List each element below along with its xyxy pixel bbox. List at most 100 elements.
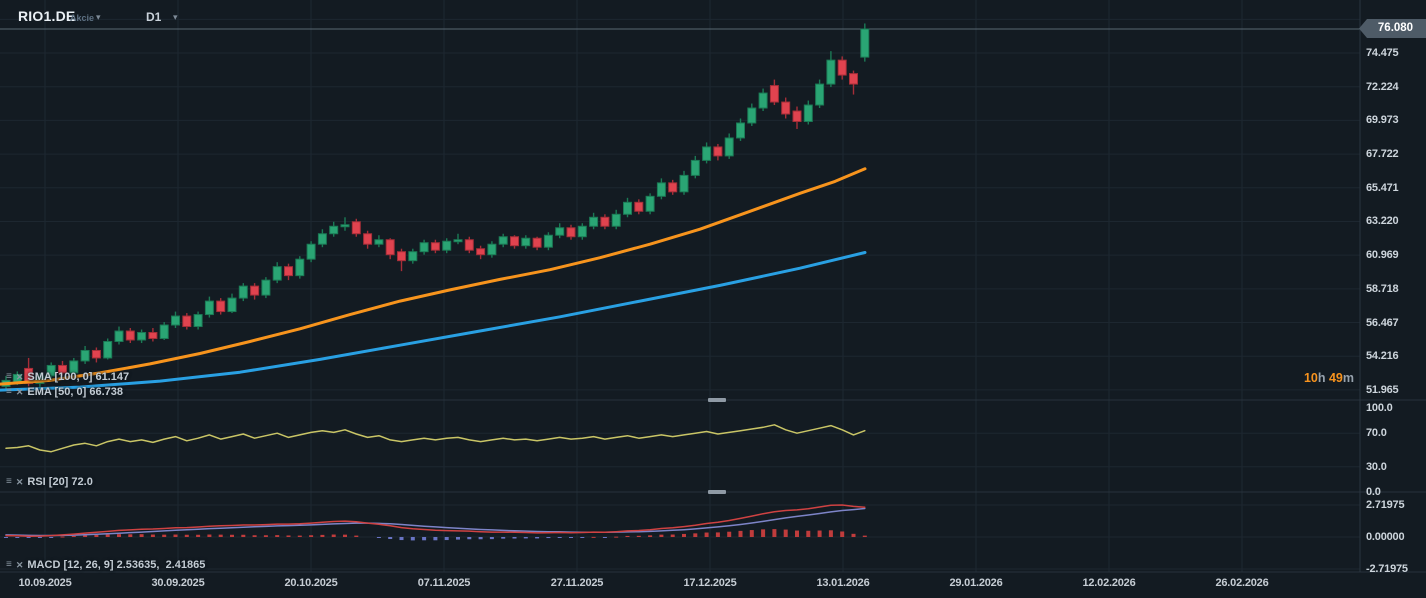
macd-line <box>6 505 865 536</box>
candle <box>827 51 835 87</box>
candle <box>126 328 134 343</box>
bar-countdown: 10h 49m <box>1304 371 1354 385</box>
candle <box>454 234 462 244</box>
indicator-label[interactable]: SMA [100, 0] 61.147 <box>27 371 129 383</box>
price-tick-label: 56.467 <box>1366 316 1398 330</box>
candle <box>793 107 801 129</box>
candle <box>217 298 225 314</box>
candle <box>838 56 846 79</box>
current-price-badge: 76.080 <box>1359 19 1426 38</box>
date-axis-label: 17.12.2025 <box>683 577 736 589</box>
candle <box>522 235 530 248</box>
candle <box>285 264 293 280</box>
date-axis-label: 29.01.2026 <box>949 577 1002 589</box>
candle <box>590 213 598 229</box>
candle <box>398 249 406 271</box>
candle <box>703 142 711 163</box>
date-axis-label: 20.10.2025 <box>284 577 337 589</box>
indicator-settings-icon[interactable]: ≡ <box>6 560 12 570</box>
chart-canvas[interactable] <box>0 0 1426 598</box>
candle <box>420 240 428 255</box>
candle <box>318 229 326 247</box>
indicator-row-ema: ≡ ✕EMA [50, 0] 66.738 <box>6 385 123 399</box>
candle <box>770 80 778 105</box>
candle <box>262 277 270 298</box>
indicator-label[interactable]: MACD [12, 26, 9] 2.53635, 2.41865 <box>27 559 205 571</box>
candle <box>465 237 473 253</box>
candlestick-series <box>2 23 869 389</box>
candle <box>567 225 575 240</box>
candle <box>861 23 869 61</box>
candle <box>205 297 213 318</box>
countdown-minutes-unit: m <box>1343 371 1354 385</box>
indicator-settings-icon[interactable]: ≡ <box>6 387 12 397</box>
date-axis-label: 07.11.2025 <box>418 577 470 589</box>
timeframe-selector[interactable]: D1 <box>146 10 161 24</box>
indicator-row-rsi: ≡ ✕RSI [20] 72.0 <box>6 475 93 489</box>
candle <box>624 198 632 217</box>
chevron-down-icon[interactable]: ▾ <box>173 12 178 23</box>
candle <box>533 237 541 250</box>
indicator-settings-icon[interactable]: ≡ <box>6 477 12 487</box>
candle <box>296 256 304 278</box>
candle <box>81 346 89 364</box>
candle <box>409 249 417 264</box>
candle <box>646 193 654 214</box>
symbol-name[interactable]: RIO1.DE <box>18 8 75 24</box>
date-axis-label: 27.11.2025 <box>551 577 603 589</box>
candle <box>183 313 191 329</box>
candle <box>115 327 123 345</box>
indicator-remove-icon[interactable]: ✕ <box>16 372 24 382</box>
rsi-tick-label: 70.0 <box>1366 426 1387 440</box>
candle <box>228 294 236 313</box>
symbol-market-type: Akcie <box>70 13 94 23</box>
countdown-hours-unit: h <box>1318 371 1329 385</box>
indicator-row-sma: ≡ ✕SMA [100, 0] 61.147 <box>6 370 129 384</box>
candle <box>92 347 100 362</box>
indicator-row-macd: ≡ ✕MACD [12, 26, 9] 2.53635, 2.41865 <box>6 558 205 572</box>
rsi-tick-label: 100.0 <box>1366 401 1393 415</box>
price-tick-label: 51.965 <box>1366 383 1398 397</box>
indicator-settings-icon[interactable]: ≡ <box>6 372 12 382</box>
price-tick-label: 65.471 <box>1366 181 1398 195</box>
candle <box>737 118 745 140</box>
rsi-line <box>6 425 865 452</box>
candle <box>138 330 146 343</box>
macd-tick-label: -2.71975 <box>1366 562 1408 576</box>
candle <box>804 101 812 125</box>
price-tick-label: 60.969 <box>1366 248 1398 262</box>
candle <box>680 171 688 195</box>
date-axis-label: 12.02.2026 <box>1082 577 1135 589</box>
candle <box>194 312 202 330</box>
countdown-hours: 10 <box>1304 371 1318 385</box>
indicator-remove-icon[interactable]: ✕ <box>16 387 24 397</box>
pane-resize-handle[interactable] <box>708 490 726 494</box>
candle <box>273 262 281 283</box>
candle <box>386 238 394 259</box>
candle <box>850 71 858 95</box>
price-tick-label: 54.216 <box>1366 349 1398 363</box>
candle <box>782 98 790 119</box>
indicator-remove-icon[interactable]: ✕ <box>16 477 24 487</box>
indicator-label[interactable]: EMA [50, 0] 66.738 <box>27 386 123 398</box>
price-tick-label: 67.722 <box>1366 147 1398 161</box>
candle <box>657 178 665 199</box>
date-axis-label: 10.09.2025 <box>18 577 71 589</box>
indicator-label[interactable]: RSI [20] 72.0 <box>27 476 92 488</box>
candle <box>477 246 485 259</box>
candle <box>556 223 564 238</box>
candle <box>759 89 767 111</box>
candle <box>691 156 699 178</box>
price-tick-label: 58.718 <box>1366 282 1398 296</box>
pane-resize-handle[interactable] <box>708 398 726 402</box>
indicator-remove-icon[interactable]: ✕ <box>16 560 24 570</box>
candle <box>511 235 519 248</box>
price-tick-label: 74.475 <box>1366 46 1398 60</box>
candle <box>669 180 677 195</box>
candle <box>635 199 643 214</box>
price-tick-label: 69.973 <box>1366 113 1398 127</box>
chevron-down-icon[interactable]: ▾ <box>96 12 101 23</box>
candle <box>816 80 824 108</box>
candle <box>330 222 338 237</box>
gridlines <box>0 0 1360 572</box>
